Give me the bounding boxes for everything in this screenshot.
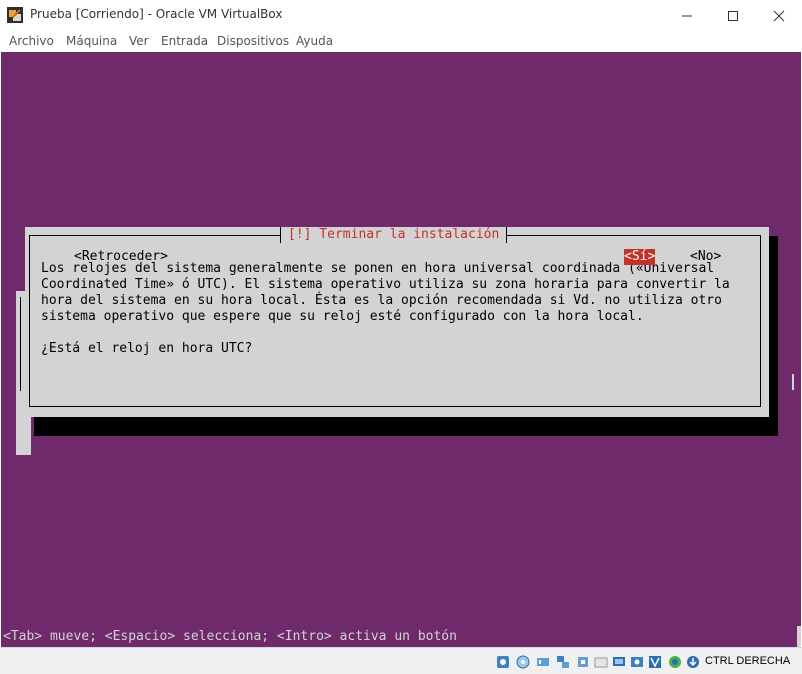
menu-dispositivos[interactable]: Dispositivos xyxy=(217,34,289,48)
keyboard-capture-icon[interactable] xyxy=(686,655,700,669)
menu-maquina[interactable]: Máquina xyxy=(66,34,117,48)
background-panel-edge xyxy=(792,374,801,390)
maximize-button[interactable] xyxy=(710,0,756,31)
vbox-status-bar: CTRL DERECHA xyxy=(0,647,802,674)
display-icon[interactable] xyxy=(612,655,626,669)
hard-disk-icon[interactable] xyxy=(496,655,510,669)
screen-right-edge xyxy=(797,626,801,647)
virtualization-icon[interactable] xyxy=(648,655,662,669)
mouse-integration-icon[interactable] xyxy=(668,655,682,669)
vm-screen[interactable]: [!] Terminar la instalación Los relojes … xyxy=(1,52,801,647)
host-key-label: CTRL DERECHA xyxy=(705,655,791,667)
menu-entrada[interactable]: Entrada xyxy=(161,34,208,48)
menu-ver[interactable]: Ver xyxy=(129,34,149,48)
audio-icon[interactable] xyxy=(536,655,550,669)
yes-button[interactable]: <Sí> xyxy=(624,249,656,265)
optical-drive-icon[interactable] xyxy=(516,655,530,669)
network-icon[interactable] xyxy=(556,655,570,669)
close-button[interactable] xyxy=(756,0,802,31)
window-title: Prueba [Corriendo] - Oracle VM VirtualBo… xyxy=(30,7,283,21)
menu-ayuda[interactable]: Ayuda xyxy=(296,34,333,48)
installer-help-line: <Tab> mueve; <Espacio> selecciona; <Intr… xyxy=(3,629,457,644)
dialog-body-line: Coordinated Time» ó UTC). El sistema ope… xyxy=(41,277,730,292)
video-capture-icon[interactable] xyxy=(630,655,644,669)
menu-bar: Archivo Máquina Ver Entrada Dispositivos… xyxy=(0,31,802,52)
back-button[interactable]: <Retroceder> xyxy=(74,249,168,265)
menu-archivo[interactable]: Archivo xyxy=(9,34,54,48)
virtualbox-app-icon xyxy=(7,7,23,23)
usb-icon[interactable] xyxy=(576,655,590,669)
shared-folders-icon[interactable] xyxy=(594,655,608,669)
dialog-body-line: sistema operativo que espere que su relo… xyxy=(41,309,644,324)
minimize-icon xyxy=(682,15,692,16)
close-icon xyxy=(773,10,785,21)
no-button[interactable]: <No> xyxy=(690,249,721,265)
window-title-bar[interactable]: Prueba [Corriendo] - Oracle VM VirtualBo… xyxy=(0,0,802,31)
minimize-button[interactable] xyxy=(664,0,710,31)
dialog-title: [!] Terminar la instalación xyxy=(280,227,508,243)
maximize-icon xyxy=(728,10,738,21)
dialog-question: ¿Está el reloj en hora UTC? xyxy=(41,341,253,356)
dialog-body-line: hora del sistema en su hora local. Ésta … xyxy=(41,293,722,308)
